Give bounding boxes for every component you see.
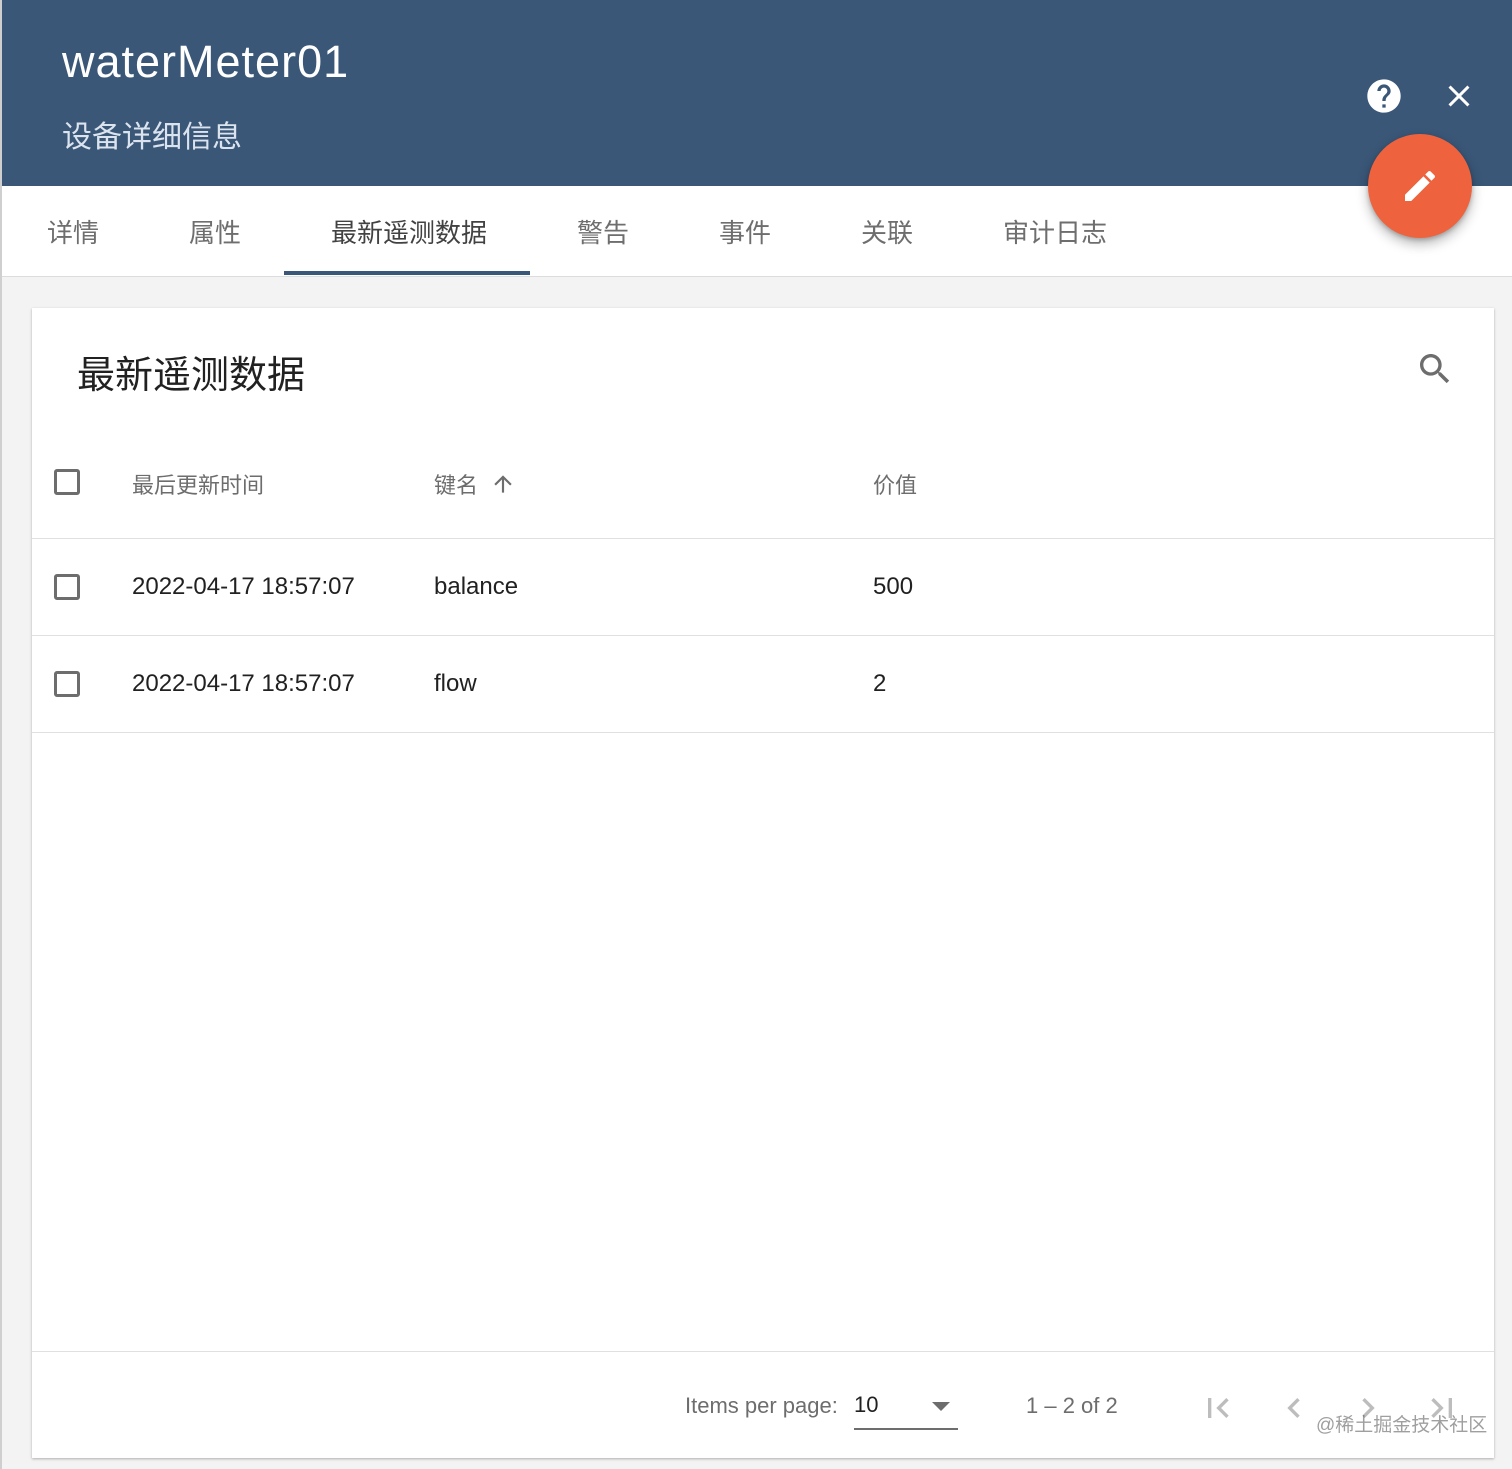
dropdown-arrow-icon: [932, 1402, 950, 1411]
column-header-key-label: 键名: [434, 473, 479, 498]
tab-audit-logs[interactable]: 审计日志: [988, 186, 1122, 276]
page-size-value: 10: [854, 1392, 879, 1417]
search-button[interactable]: [1410, 344, 1460, 394]
telemetry-card: 最新遥测数据 最后更新时间 键名 价值 2022-04-17 18:57:07 …: [32, 308, 1494, 1458]
first-page-button[interactable]: [1196, 1386, 1240, 1430]
watermark: @稀土掘金技术社区: [1316, 1415, 1488, 1436]
divider: [32, 538, 1494, 539]
tab-alarms[interactable]: 警告: [562, 186, 644, 276]
help-circle-icon: [1367, 79, 1401, 113]
cell-key: balance: [434, 573, 519, 600]
tab-events[interactable]: 事件: [704, 186, 786, 276]
arrow-up-icon: [494, 475, 512, 493]
dialog-header: waterMeter01 设备详细信息: [2, 0, 1512, 186]
tab-bar: 详情 属性 最新遥测数据 警告 事件 关联 审计日志: [2, 186, 1512, 277]
cell-value: 500: [873, 573, 914, 600]
tab-attributes[interactable]: 属性: [174, 186, 256, 276]
close-icon: [1448, 85, 1470, 107]
close-button[interactable]: [1435, 72, 1483, 120]
tab-latest-telemetry[interactable]: 最新遥测数据: [286, 186, 532, 276]
divider: [32, 635, 1494, 636]
device-title: waterMeter01: [62, 36, 350, 87]
tab-relations[interactable]: 关联: [846, 186, 928, 276]
tab-details[interactable]: 详情: [32, 186, 114, 276]
help-button[interactable]: [1360, 72, 1408, 120]
row-checkbox[interactable]: [54, 671, 80, 697]
pencil-icon: [1405, 170, 1436, 201]
paginator-divider: [32, 1351, 1494, 1352]
divider: [32, 732, 1494, 733]
search-icon: [1420, 354, 1450, 384]
cell-last-update-time: 2022-04-17 18:57:07: [132, 670, 355, 697]
cell-value: 2: [873, 670, 887, 697]
page-range-label: 1 – 2 of 2: [1026, 1393, 1118, 1418]
column-header-key[interactable]: 键名: [434, 468, 516, 500]
first-page-icon: [1208, 1398, 1229, 1418]
page-size-select[interactable]: 10: [854, 1386, 958, 1430]
cell-last-update-time: 2022-04-17 18:57:07: [132, 573, 355, 600]
chevron-left-icon: [1287, 1398, 1300, 1418]
active-tab-indicator: [284, 271, 530, 275]
card-title: 最新遥测数据: [77, 355, 306, 397]
column-header-value[interactable]: 价值: [873, 468, 917, 500]
cell-key: flow: [434, 670, 477, 697]
previous-page-button[interactable]: [1272, 1386, 1316, 1430]
select-all-checkbox[interactable]: [54, 469, 80, 495]
device-subtitle: 设备详细信息: [62, 121, 242, 154]
row-checkbox[interactable]: [54, 574, 80, 600]
items-per-page-label: Items per page:: [685, 1393, 838, 1418]
edit-fab-button[interactable]: [1368, 134, 1472, 238]
column-header-last-update-time[interactable]: 最后更新时间: [132, 468, 264, 500]
